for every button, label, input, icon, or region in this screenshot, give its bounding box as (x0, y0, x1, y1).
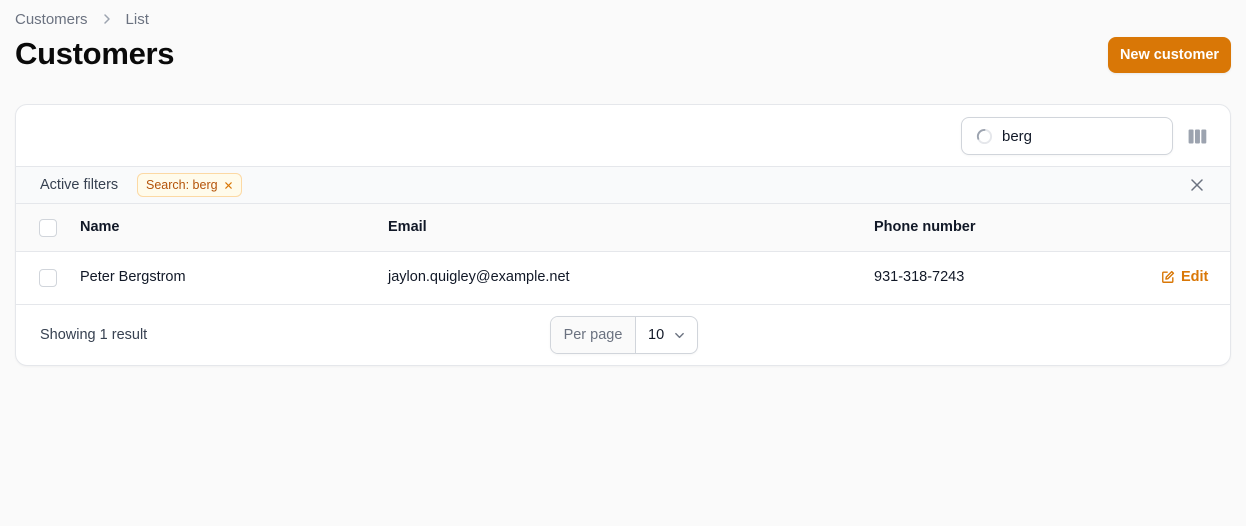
per-page-select[interactable]: 10 (636, 317, 697, 353)
edit-icon (1162, 270, 1175, 283)
column-header-phone[interactable]: Phone number (874, 219, 976, 235)
row-checkbox[interactable] (39, 269, 57, 287)
per-page-label: Per page (551, 317, 636, 353)
search-input[interactable] (1002, 126, 1162, 146)
search-box[interactable] (961, 117, 1173, 155)
columns-icon (1188, 128, 1206, 144)
filter-badge-label: Search: berg (146, 178, 218, 192)
column-header-name[interactable]: Name (80, 219, 120, 235)
active-filters-label: Active filters (40, 177, 119, 193)
loading-spinner-icon (976, 128, 993, 145)
cell-name: Peter Bergstrom (80, 269, 186, 285)
chevron-down-icon (675, 332, 684, 339)
breadcrumb-item-list: List (125, 10, 149, 28)
active-filters-bar: Active filters Search: berg (16, 166, 1230, 204)
remove-filter-icon[interactable] (224, 181, 233, 190)
table-footer: Showing 1 result Per page 10 (16, 305, 1230, 365)
new-customer-button[interactable]: New customer (1108, 37, 1231, 73)
cell-email: jaylon.quigley@example.net (388, 269, 570, 285)
column-header-email[interactable]: Email (388, 219, 427, 235)
per-page-value: 10 (648, 327, 665, 343)
breadcrumb: Customers List (15, 10, 149, 28)
edit-label: Edit (1181, 269, 1209, 285)
cell-phone: 931-318-7243 (874, 269, 965, 285)
table-row[interactable]: Peter Bergstrom jaylon.quigley@example.n… (16, 252, 1230, 305)
chevron-right-icon (101, 13, 113, 25)
per-page-control: Per page 10 (550, 316, 698, 354)
page-title: Customers (15, 36, 175, 71)
clear-filters-icon[interactable] (1191, 179, 1203, 191)
breadcrumb-item-customers[interactable]: Customers (15, 11, 88, 28)
filter-badge-search: Search: berg (137, 173, 242, 197)
edit-button[interactable]: Edit (1161, 269, 1208, 285)
result-count: Showing 1 result (40, 327, 148, 343)
select-all-checkbox[interactable] (39, 219, 57, 237)
table-header: Name Email Phone number (16, 204, 1230, 252)
columns-toggle-button[interactable] (1187, 127, 1207, 145)
customers-table-card: Active filters Search: berg Name Email P… (15, 104, 1231, 366)
table-toolbar (16, 105, 1230, 166)
page: Customers List Customers New customer be… (0, 0, 1246, 526)
